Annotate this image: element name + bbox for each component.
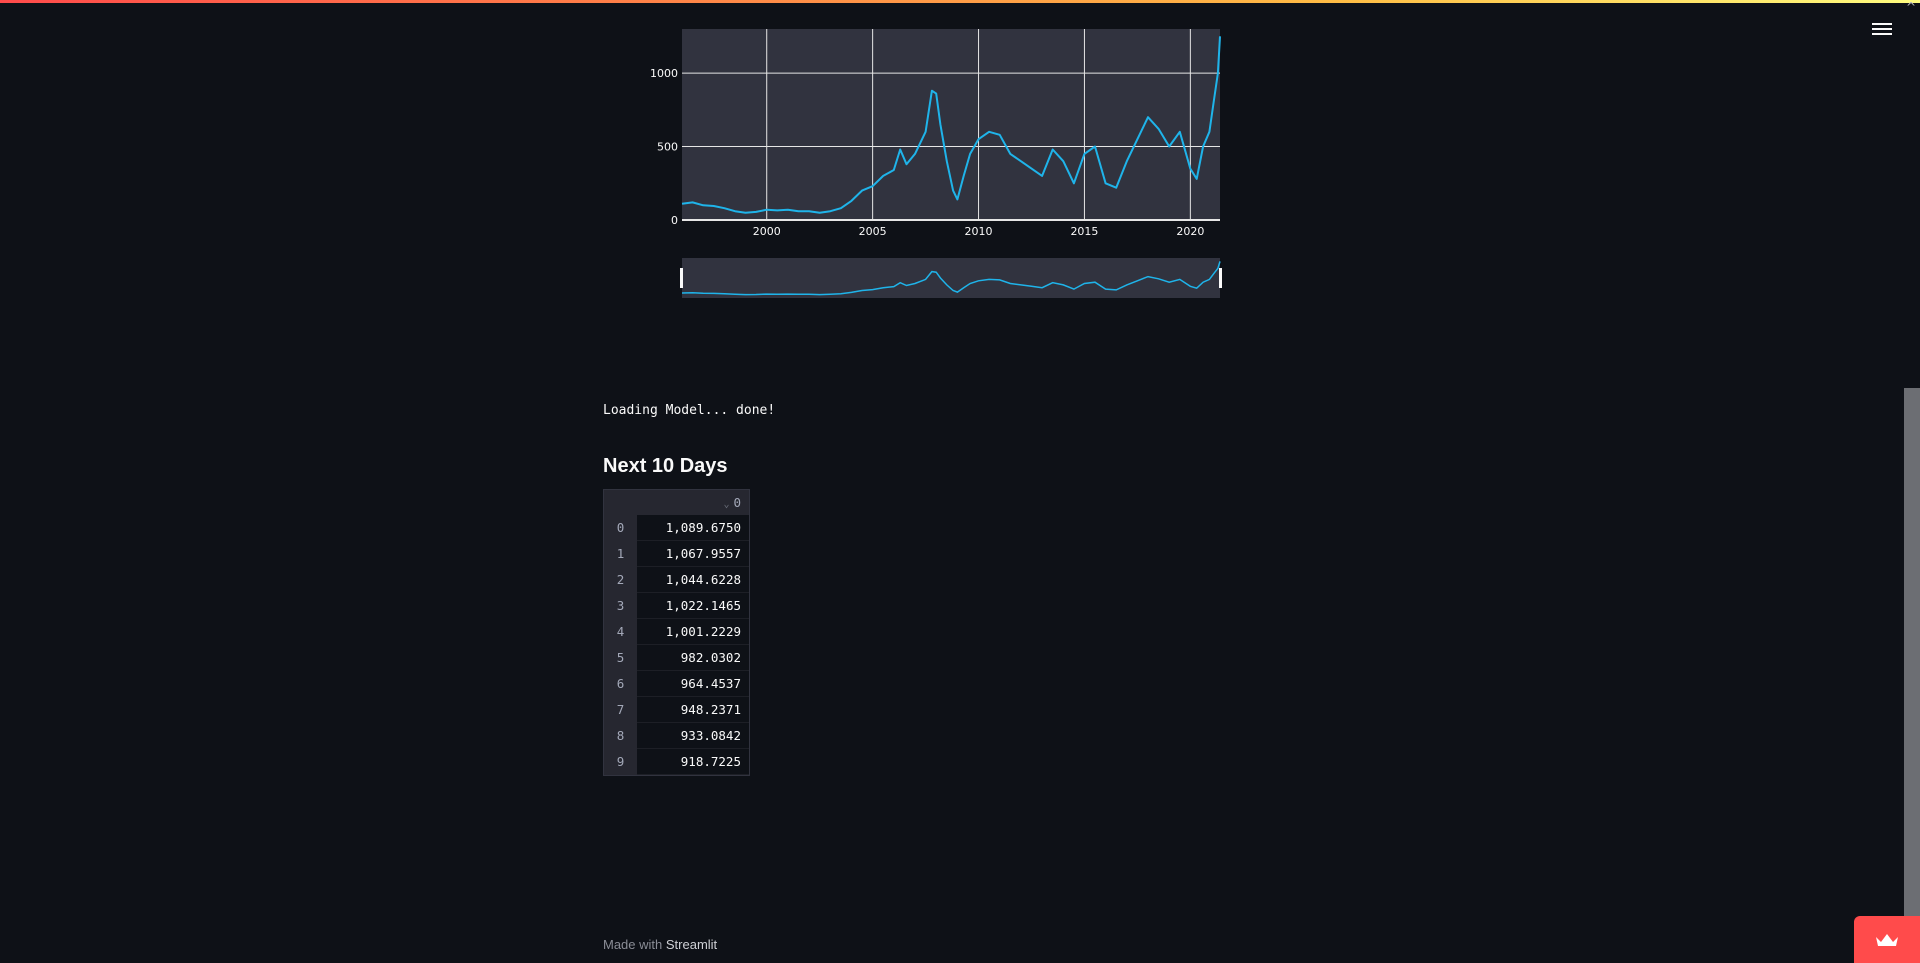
chevron-up-icon[interactable]: ^: [1906, 0, 1916, 14]
sort-icon[interactable]: ⌄: [723, 499, 729, 510]
row-index: 1: [604, 540, 637, 567]
column-header[interactable]: ⌄ 0: [637, 490, 749, 515]
table-row[interactable]: 5 982.0302: [604, 644, 749, 671]
plot-area[interactable]: [682, 29, 1220, 220]
table-row[interactable]: 6 964.4537: [604, 670, 749, 697]
table-row[interactable]: 2 1,044.6228: [604, 566, 749, 593]
row-value[interactable]: 964.4537: [637, 670, 749, 697]
range-slider[interactable]: [682, 258, 1220, 298]
x-tick-label: 2020: [1176, 225, 1204, 238]
main-menu-button[interactable]: [1872, 20, 1892, 38]
footer: Made with Streamlit: [603, 937, 717, 952]
streamlit-badge-button[interactable]: [1854, 916, 1920, 963]
row-index: 6: [604, 670, 637, 697]
range-slider-handle-left[interactable]: [680, 268, 683, 288]
footer-prefix: Made with: [603, 937, 663, 952]
hamburger-icon-line: [1872, 33, 1892, 35]
hamburger-icon: [1872, 23, 1892, 25]
row-value[interactable]: 1,089.6750: [637, 515, 749, 541]
row-index: 8: [604, 722, 637, 749]
x-tick-label: 2000: [753, 225, 781, 238]
price-chart-svg[interactable]: 2000 2005 2010 2015 2020 0 500 1000: [640, 24, 1230, 314]
x-tick-label: 2010: [965, 225, 993, 238]
row-index: 9: [604, 748, 637, 775]
loading-status: Loading Model... done!: [603, 403, 776, 418]
hamburger-icon-line: [1872, 28, 1892, 30]
row-index: 4: [604, 618, 637, 645]
index-header: [604, 490, 637, 515]
x-tick-label: 2015: [1070, 225, 1098, 238]
row-index: 3: [604, 592, 637, 619]
row-value[interactable]: 1,067.9557: [637, 540, 749, 567]
row-value[interactable]: 918.7225: [637, 748, 749, 775]
top-decoration-bar: [0, 0, 1920, 3]
row-value[interactable]: 948.2371: [637, 696, 749, 723]
row-value[interactable]: 1,022.1465: [637, 592, 749, 619]
x-tick-label: 2005: [859, 225, 887, 238]
table-row[interactable]: 9 918.7225: [604, 748, 749, 775]
streamlit-link[interactable]: Streamlit: [666, 937, 717, 952]
row-value[interactable]: 1,001.2229: [637, 618, 749, 645]
row-value[interactable]: 1,044.6228: [637, 566, 749, 593]
range-slider-handle-right[interactable]: [1219, 268, 1222, 288]
y-tick-label: 1000: [650, 67, 678, 80]
table-row[interactable]: 0 1,089.6750: [604, 515, 749, 541]
table-row[interactable]: 1 1,067.9557: [604, 540, 749, 567]
row-index: 5: [604, 644, 637, 671]
table-row[interactable]: 3 1,022.1465: [604, 592, 749, 619]
scrollbar[interactable]: [1904, 388, 1920, 963]
table-row[interactable]: 8 933.0842: [604, 722, 749, 749]
y-tick-label: 500: [657, 141, 678, 154]
row-value[interactable]: 982.0302: [637, 644, 749, 671]
row-index: 0: [604, 515, 637, 541]
table-row[interactable]: 7 948.2371: [604, 696, 749, 723]
row-value[interactable]: 933.0842: [637, 722, 749, 749]
table-row[interactable]: 4 1,001.2229: [604, 618, 749, 645]
row-index: 2: [604, 566, 637, 593]
crown-icon: [1876, 933, 1898, 946]
column-header-label: 0: [733, 495, 741, 510]
row-index: 7: [604, 696, 637, 723]
section-title: Next 10 Days: [603, 455, 728, 477]
price-chart[interactable]: 2000 2005 2010 2015 2020 0 500 1000: [640, 24, 1230, 314]
y-tick-label: 0: [671, 214, 678, 227]
forecast-dataframe[interactable]: ⌄ 0 0 1,089.6750 1 1,067.9557 2 1,044.6228 3 1,0…: [603, 489, 750, 776]
